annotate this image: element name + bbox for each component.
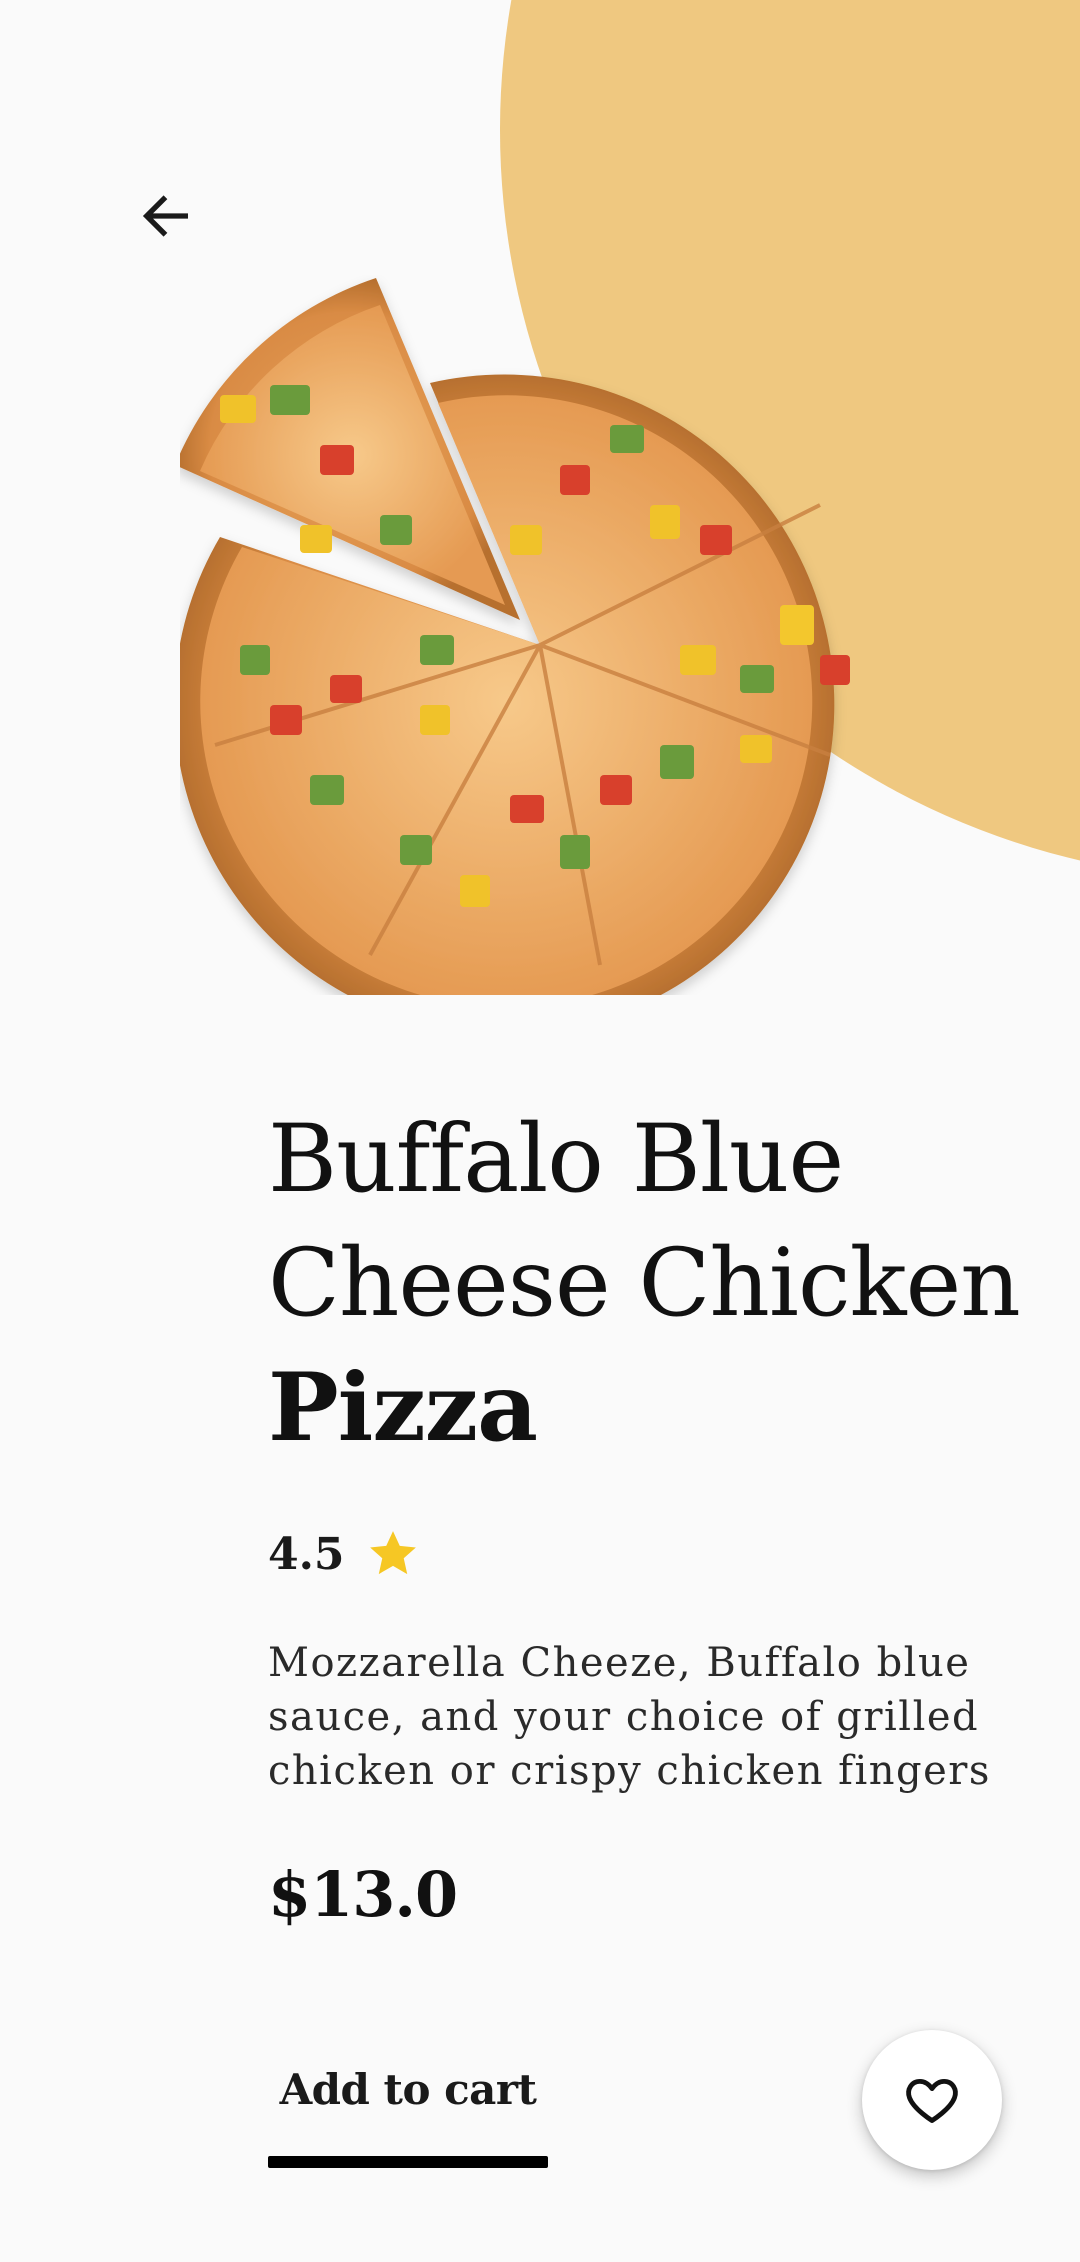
add-to-cart-label: Add to cart	[279, 2065, 537, 2114]
product-title-line-3: Pizza	[268, 1353, 538, 1463]
product-title-line-1: Buffalo Blue	[268, 1105, 844, 1214]
add-to-cart-underline	[268, 2156, 548, 2168]
pizza-image	[180, 275, 900, 995]
product-title: Buffalo Blue Cheese Chicken Pizza	[268, 1098, 1028, 1470]
heart-outline-icon	[906, 2078, 958, 2123]
product-price: $13.0	[268, 1858, 458, 1931]
back-button[interactable]	[120, 170, 212, 262]
rating-value: 4.5	[268, 1528, 345, 1580]
star-icon	[369, 1531, 416, 1575]
product-detail-screen: Buffalo Blue Cheese Chicken Pizza 4.5 Mo…	[0, 0, 1080, 2262]
rating: 4.5	[268, 1524, 421, 1584]
product-title-line-2: Cheese Chicken	[268, 1229, 1021, 1338]
favorite-button[interactable]	[862, 2030, 1002, 2170]
arrow-left-icon	[142, 195, 188, 237]
add-to-cart-button[interactable]: Add to cart	[268, 2050, 548, 2168]
product-description: Mozzarella Cheeze, Buffalo blue sauce, a…	[268, 1640, 991, 1794]
